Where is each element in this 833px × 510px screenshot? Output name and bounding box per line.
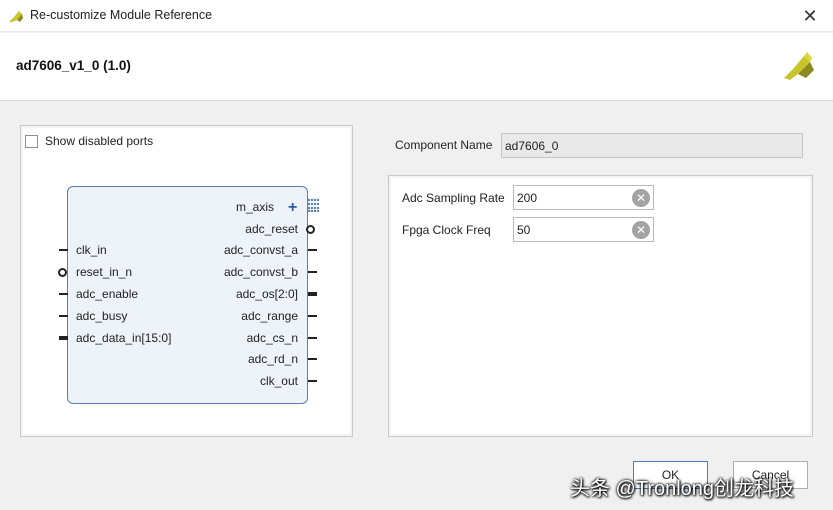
fpga-clock-freq-value: 50 (517, 223, 531, 237)
close-button[interactable]: ✕ (787, 0, 833, 32)
active-low-bubble-icon (58, 268, 67, 277)
port-adc-convst-b: adc_convst_b (223, 265, 298, 279)
port-stub (59, 249, 68, 251)
dialog-header: ad7606_v1_0 (1.0) (0, 33, 833, 101)
module-title: ad7606_v1_0 (1.0) (16, 58, 131, 73)
component-name-label: Component Name (395, 138, 493, 152)
port-adc-enable: adc_enable (76, 287, 139, 301)
parameters-panel: Adc Sampling Rate 200 ✕ Fpga Clock Freq … (388, 175, 813, 437)
fpga-clock-freq-input[interactable]: 50 ✕ (513, 217, 654, 242)
port-stub (59, 315, 68, 317)
show-disabled-ports-row[interactable]: Show disabled ports (25, 134, 153, 148)
clear-icon[interactable]: ✕ (632, 189, 650, 207)
port-clk-in: clk_in (76, 243, 107, 257)
adc-sampling-rate-input[interactable]: 200 ✕ (513, 185, 654, 210)
bus-stub (308, 292, 317, 296)
clear-icon[interactable]: ✕ (632, 221, 650, 239)
expand-plus-icon[interactable]: + (288, 200, 297, 216)
window-title: Re-customize Module Reference (30, 8, 213, 22)
port-stub (308, 249, 317, 251)
port-stub (308, 271, 317, 273)
port-adc-reset: adc_reset (245, 222, 298, 236)
port-adc-os: adc_os[2:0] (235, 287, 298, 301)
show-disabled-ports-label: Show disabled ports (45, 134, 154, 148)
component-name-field[interactable]: ad7606_0 (501, 133, 803, 158)
port-adc-cs-n: adc_cs_n (246, 331, 298, 345)
port-adc-data-in: adc_data_in[15:0] (76, 331, 172, 345)
fpga-clock-freq-label: Fpga Clock Freq (402, 223, 491, 237)
axi-stream-bus-icon (308, 198, 319, 212)
adc-sampling-rate-label: Adc Sampling Rate (402, 191, 505, 205)
port-adc-rd-n: adc_rd_n (247, 352, 298, 366)
adc-sampling-rate-value: 200 (517, 191, 538, 205)
port-adc-convst-a: adc_convst_a (223, 243, 298, 257)
show-disabled-ports-checkbox[interactable] (25, 134, 38, 148)
port-stub (308, 315, 317, 317)
port-clk-out: clk_out (259, 374, 298, 388)
port-stub (308, 337, 317, 339)
title-bar: Re-customize Module Reference ✕ (0, 0, 833, 32)
vivado-logo-icon (9, 11, 23, 22)
component-name-row: Component Name ad7606_0 (388, 125, 813, 165)
close-icon: ✕ (802, 5, 818, 26)
watermark-text: 头条 @Tronlong创龙科技 (570, 478, 795, 500)
symbol-panel: Show disabled ports m_axis + adc_reset a… (20, 125, 353, 437)
vivado-logo-icon (784, 52, 814, 80)
active-low-bubble-icon (306, 225, 315, 234)
port-stub (308, 380, 317, 382)
port-stub (59, 293, 68, 295)
port-m-axis: m_axis (235, 200, 274, 214)
port-stub (308, 358, 317, 360)
module-block: m_axis + adc_reset adc_convst_a adc_conv… (58, 186, 319, 404)
port-adc-busy: adc_busy (76, 309, 128, 323)
bus-stub (59, 336, 68, 340)
port-adc-range: adc_range (241, 309, 298, 323)
port-reset-in-n: reset_in_n (76, 265, 133, 279)
